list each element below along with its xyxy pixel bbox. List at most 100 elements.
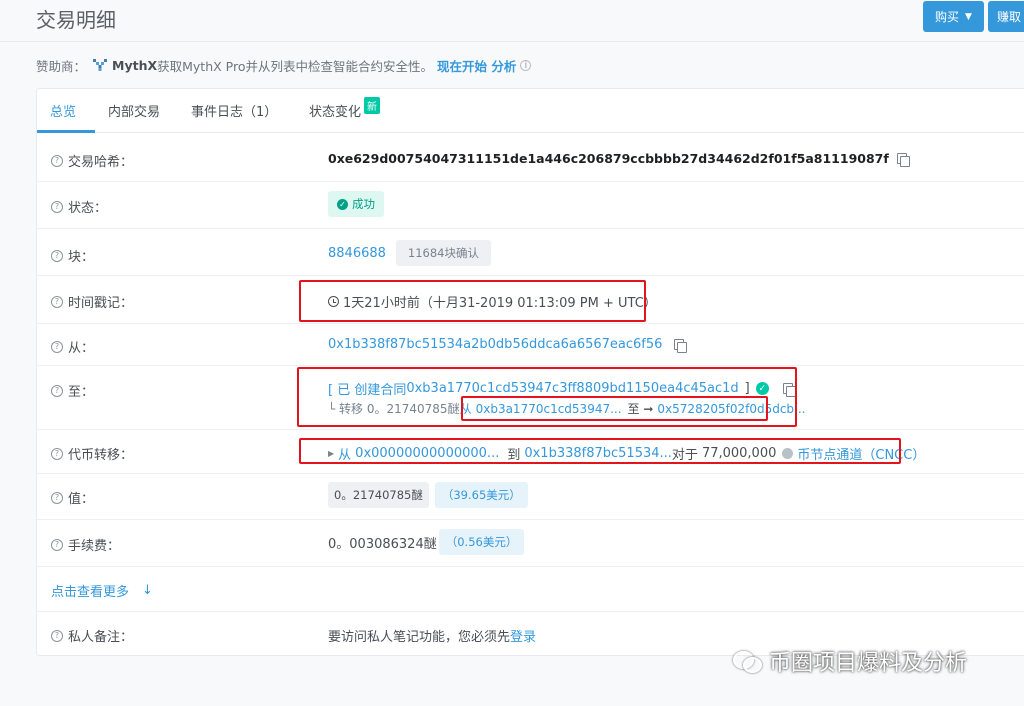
to-label-text: 至： (68, 385, 95, 400)
new-badge: 新 (364, 97, 381, 114)
buy-button-label: 购买 (935, 10, 960, 24)
arrow-down-icon: ↓ (142, 583, 153, 598)
divider (37, 566, 1024, 567)
fee-usd: （0.56美元） (438, 529, 525, 555)
login-link[interactable]: 登录 (510, 626, 536, 645)
top-bar: 交易明细 购买 ▼ 赚取 (0, 0, 1024, 42)
token-to-label: 到 (507, 448, 521, 463)
private-note-label: ? 私人备注： (51, 626, 133, 645)
sponsor-brand: MythX (112, 57, 158, 73)
value-amount: 0。21740785醚 (328, 482, 429, 508)
timestamp-value: 1天21小时前（十月31-2019 01:13:09 PM + UTC） (328, 292, 657, 311)
value-usd: （39.65美元） (434, 482, 528, 508)
status-value: ✓ 成功 (328, 191, 384, 217)
status-label-text: 状态： (68, 201, 108, 216)
transaction-card: 总览 内部交易 事件日志（1） 状态变化新 ? 交易哈希： 0xe629d007… (36, 88, 1024, 656)
divider (37, 519, 1024, 520)
clock-icon (328, 296, 339, 307)
help-icon: ? (51, 249, 63, 262)
to-suffix: ] (744, 381, 750, 396)
to-value: [ 已 创建合同 0xb3a1770c1cd53947c3ff8809bd115… (328, 379, 796, 398)
tab-bar: 总览 内部交易 事件日志（1） 状态变化新 (37, 89, 1024, 133)
contract-address-link[interactable]: 0xb3a1770c1cd53947c3ff8809bd1150ea4c45ac… (406, 381, 738, 396)
token-amount: 77,000,000 (701, 446, 777, 461)
hash-label-text: 交易哈希： (68, 155, 134, 170)
tab-event-logs[interactable]: 事件日志（1） (191, 101, 277, 120)
timestamp-text: 1天21小时前（十月31-2019 01:13:09 PM + UTC） (343, 296, 657, 311)
internal-transfer: └ 转移 0。21740785醚 从 0xb3a1770c1cd53947...… (328, 400, 805, 417)
verified-check-icon: ✓ (755, 382, 769, 395)
transfer-prefix: └ 转移 0。21740785醚 (328, 402, 460, 416)
divider (37, 181, 1024, 182)
tab-state-changes[interactable]: 状态变化新 (309, 97, 381, 120)
token-to-link[interactable]: 0x1b338f87bc51534... (524, 446, 672, 461)
sponsor-cta-link[interactable]: 现在开始 分析 (437, 56, 516, 75)
token-icon (782, 448, 794, 459)
copy-icon[interactable] (674, 338, 688, 353)
status-label: ? 状态： (51, 197, 107, 216)
transfer-to-label: 至 ➞ (627, 402, 654, 416)
tab-internal-txns[interactable]: 内部交易 (108, 101, 160, 120)
private-note-text: 要访问私人笔记功能，您必须先 (328, 630, 511, 645)
page-title: 交易明细 (36, 8, 116, 32)
help-icon: ? (51, 491, 63, 504)
status-text: 成功 (352, 197, 375, 211)
hash-value: 0xe629d00754047311151de1a446c206879ccbbb… (328, 151, 910, 167)
value-label: ? 值： (51, 488, 94, 507)
copy-icon[interactable] (782, 382, 796, 397)
fee-label: ? 手续费： (51, 535, 120, 554)
confirmations-badge: 11684块确认 (395, 240, 491, 266)
sponsor-prefix: 赞助商： (36, 58, 87, 74)
from-value: 0x1b338f87bc51534a2b0db56ddca6a6567eac6f… (328, 337, 688, 353)
tab-overview[interactable]: 总览 (50, 101, 76, 120)
divider (37, 323, 1024, 324)
chevron-down-icon: ▼ (965, 11, 972, 22)
token-from-link[interactable]: 0x00000000000000... (355, 446, 499, 461)
from-address-link[interactable]: 0x1b338f87bc51534a2b0db56ddca6a6567eac6f… (328, 337, 662, 352)
see-more-text: 点击查看更多 (51, 585, 130, 600)
block-value: 8846688 11684块确认 (328, 240, 491, 266)
divider (37, 365, 1024, 366)
transfer-from-link[interactable]: 0xb3a1770c1cd53947... (476, 402, 622, 416)
transfer-to-link[interactable]: 0x5728205f02f0d5dcb... (657, 402, 805, 416)
caret-right-icon: ▶ (328, 449, 335, 458)
sponsor-banner: 赞助商： MythX 获取MythX Pro并从列表中检查智能合约安全性。 现在… (36, 55, 532, 75)
help-icon: ? (51, 295, 63, 308)
mythx-logo-icon (93, 59, 108, 71)
help-icon: ? (51, 384, 63, 397)
private-note-value: 要访问私人笔记功能，您必须先 登录 (328, 626, 536, 645)
watermark: 币圈项目爆料及分析 (733, 645, 967, 677)
fee-value: 0。003086324醚 （0.56美元） (328, 529, 525, 555)
token-from-label: 从 (338, 448, 352, 463)
hash-text: 0xe629d00754047311151de1a446c206879ccbbb… (328, 151, 889, 166)
see-more-link[interactable]: 点击查看更多 ↓ (51, 581, 153, 600)
check-circle-icon: ✓ (337, 198, 348, 210)
wechat-icon (733, 650, 762, 673)
divider (37, 611, 1024, 612)
value-label-text: 值： (68, 492, 95, 507)
status-badge: ✓ 成功 (328, 191, 384, 217)
divider (37, 228, 1024, 229)
timestamp-label: ? 时间戳记： (51, 292, 133, 311)
fee-label-text: 手续费： (68, 539, 121, 554)
divider (37, 275, 1024, 276)
from-label-text: 从： (68, 341, 95, 356)
help-icon: ? (51, 447, 63, 460)
earn-button[interactable]: 赚取 (988, 1, 1024, 32)
token-transfer-value: ▶ 从 0x00000000000000... 到 0x1b338f87bc51… (328, 444, 925, 463)
copy-icon[interactable] (896, 152, 910, 167)
help-icon: ? (51, 538, 63, 551)
token-name-link[interactable]: 币节点通道（CNCC） (797, 444, 925, 463)
earn-button-label: 赚取 (997, 10, 1022, 24)
help-icon: ? (51, 200, 63, 213)
block-number-link[interactable]: 8846688 (328, 246, 386, 261)
token-transfer-label-text: 代币转移： (68, 448, 134, 463)
token-amount-label: 对于 (671, 448, 698, 463)
fee-amount: 0。003086324醚 (328, 536, 437, 552)
to-prefix: [ 已 创建合同 (328, 383, 407, 398)
buy-button[interactable]: 购买 ▼ (923, 1, 984, 32)
tab-state-changes-label: 状态变化 (309, 105, 362, 120)
block-label: ? 块： (51, 246, 94, 265)
value-value: 0。21740785醚 （39.65美元） (328, 482, 528, 508)
info-icon[interactable]: i (520, 59, 532, 71)
